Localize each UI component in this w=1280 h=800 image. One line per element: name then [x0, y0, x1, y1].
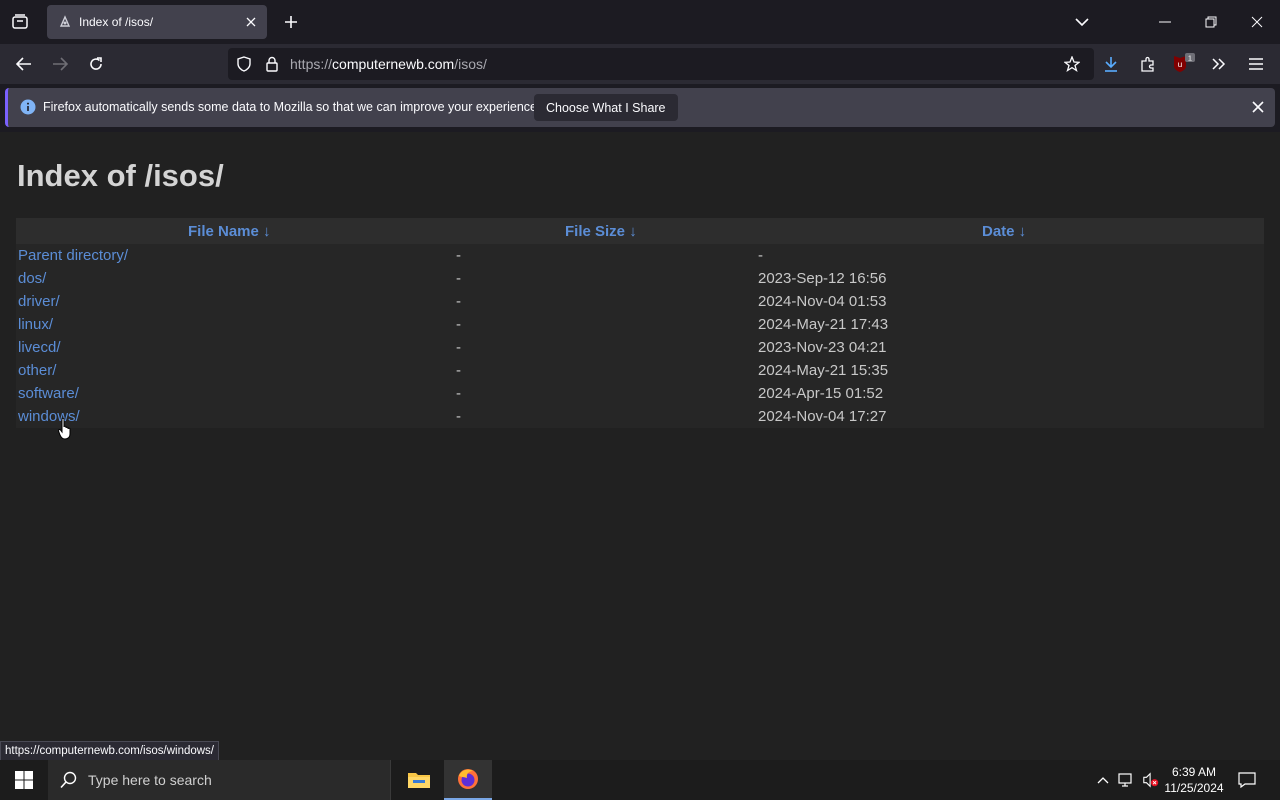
file-date: 2023-Nov-23 04:21: [758, 339, 887, 356]
restore-icon[interactable]: [1196, 8, 1226, 36]
bookmark-star-icon[interactable]: [1064, 56, 1080, 72]
close-tab-icon[interactable]: [239, 10, 263, 34]
file-size: -: [456, 247, 461, 264]
choose-what-i-share-button[interactable]: Choose What I Share: [534, 94, 678, 121]
file-date: 2023-Sep-12 16:56: [758, 270, 887, 287]
file-name-link[interactable]: other/: [18, 362, 56, 379]
show-hidden-icons-chevron-icon[interactable]: [1094, 771, 1112, 789]
reload-icon[interactable]: [82, 50, 110, 78]
clock-time: 6:39 AM: [1171, 765, 1217, 779]
mouse-cursor-hand-icon: [58, 418, 71, 440]
lock-icon[interactable]: [264, 56, 280, 72]
extension-badge: 1: [1188, 54, 1192, 63]
page-title: Index of /isos/: [17, 158, 224, 193]
new-tab-icon[interactable]: [278, 9, 304, 35]
firefox-view-icon[interactable]: [6, 8, 34, 36]
taskbar: Type here to search 6:39 AM 11/25/2024: [0, 760, 1280, 800]
page-content: Index of /isos/ File Name ↓ File Size ↓ …: [0, 132, 1280, 760]
info-icon: [20, 99, 36, 115]
svg-text:u: u: [1178, 60, 1182, 69]
system-clock[interactable]: 6:39 AM 11/25/2024: [1158, 764, 1230, 796]
file-date: 2024-Apr-15 01:52: [758, 385, 884, 402]
action-center-notification-icon[interactable]: [1238, 771, 1256, 789]
file-name-link[interactable]: Parent directory/: [18, 247, 128, 264]
table-header: File Name ↓ File Size ↓ Date ↓: [16, 218, 1264, 244]
column-header-date[interactable]: Date ↓: [982, 223, 1026, 240]
url-text[interactable]: https://computernewb.com/isos/: [290, 56, 487, 72]
close-notification-icon[interactable]: [1247, 96, 1269, 118]
overflow-chevron-icon[interactable]: [1205, 50, 1233, 78]
table-row: Parent directory/ - -: [16, 244, 1264, 267]
data-collection-notification: Firefox automatically sends some data to…: [5, 88, 1275, 127]
file-date: 2024-May-21 17:43: [758, 316, 889, 333]
clock-date: 11/25/2024: [1164, 781, 1224, 795]
file-listing-table: File Name ↓ File Size ↓ Date ↓ Parent di…: [16, 218, 1264, 428]
file-date: -: [758, 247, 763, 264]
url-scheme: https://: [290, 56, 333, 72]
tracking-protection-shield-icon[interactable]: [236, 56, 252, 72]
url-path: /isos/: [454, 56, 487, 72]
search-placeholder: Type here to search: [88, 772, 212, 788]
table-row: livecd/ - 2023-Nov-23 04:21: [16, 336, 1264, 359]
column-header-file-name[interactable]: File Name ↓: [188, 223, 271, 240]
table-row: dos/ - 2023-Sep-12 16:56: [16, 267, 1264, 290]
file-size: -: [456, 408, 461, 425]
ublock-origin-icon[interactable]: u1: [1170, 50, 1198, 78]
file-date: 2024-Nov-04 01:53: [758, 293, 887, 310]
file-explorer-icon[interactable]: [395, 760, 443, 800]
close-window-icon[interactable]: [1242, 8, 1272, 36]
table-row: driver/ - 2024-Nov-04 01:53: [16, 290, 1264, 313]
tab-strip: Index of /isos/: [0, 0, 1280, 44]
file-name-link[interactable]: livecd/: [18, 339, 61, 356]
table-row: linux/ - 2024-May-21 17:43: [16, 313, 1264, 336]
url-bar[interactable]: https://computernewb.com/isos/: [228, 48, 1094, 80]
file-date: 2024-Nov-04 17:27: [758, 408, 887, 425]
site-favicon-icon: [57, 14, 73, 30]
file-size: -: [456, 293, 461, 310]
file-name-link[interactable]: driver/: [18, 293, 60, 310]
file-size: -: [456, 270, 461, 287]
tab-title: Index of /isos/: [79, 15, 154, 29]
file-size: -: [456, 385, 461, 402]
file-name-link[interactable]: software/: [18, 385, 79, 402]
taskbar-search-box[interactable]: Type here to search: [48, 760, 391, 800]
windows-start-icon[interactable]: [0, 760, 48, 800]
file-date: 2024-May-21 15:35: [758, 362, 889, 379]
file-name-link[interactable]: linux/: [18, 316, 53, 333]
url-host: computernewb.com: [332, 56, 455, 72]
downloads-icon[interactable]: [1097, 50, 1125, 78]
table-row: software/ - 2024-Apr-15 01:52: [16, 382, 1264, 405]
notification-message: Firefox automatically sends some data to…: [43, 100, 541, 114]
file-name-link[interactable]: dos/: [18, 270, 46, 287]
minimize-icon[interactable]: [1150, 8, 1180, 36]
firefox-taskbar-icon[interactable]: [444, 760, 492, 800]
table-body: Parent directory/ - - dos/ - 2023-Sep-12 16:5…: [16, 244, 1264, 428]
column-header-file-size[interactable]: File Size ↓: [565, 223, 637, 240]
file-size: -: [456, 316, 461, 333]
table-row: other/ - 2024-May-21 15:35: [16, 359, 1264, 382]
app-menu-hamburger-icon[interactable]: [1242, 50, 1270, 78]
active-tab[interactable]: Index of /isos/: [47, 5, 267, 39]
search-icon: [60, 771, 78, 789]
extensions-puzzle-icon[interactable]: [1134, 50, 1162, 78]
back-icon[interactable]: [10, 50, 38, 78]
forward-icon[interactable]: [46, 50, 74, 78]
file-size: -: [456, 339, 461, 356]
file-size: -: [456, 362, 461, 379]
network-icon[interactable]: [1118, 771, 1136, 789]
navigation-toolbar: https://computernewb.com/isos/ u1: [0, 44, 1280, 84]
list-all-tabs-icon[interactable]: [1067, 8, 1097, 36]
table-row: windows/-2024-Nov-04 17:27: [16, 405, 1264, 428]
status-link-preview: https://computernewb.com/isos/windows/: [0, 741, 220, 761]
